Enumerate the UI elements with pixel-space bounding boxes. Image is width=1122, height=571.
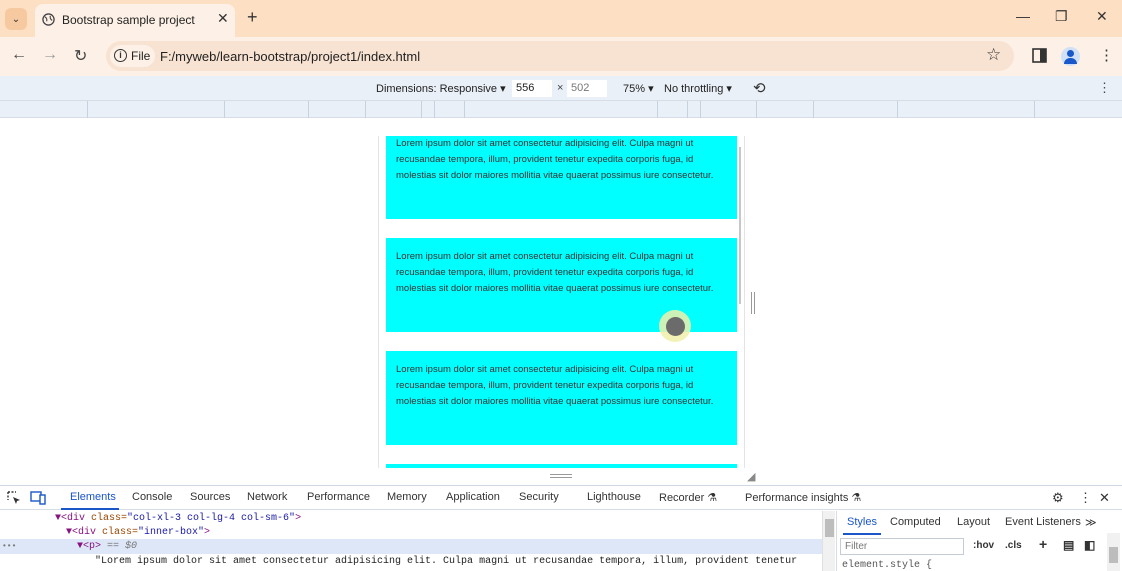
dom-tag: ▼<div (66, 527, 97, 538)
dom-attr-value: "inner-box" (138, 527, 205, 538)
dom-node-row[interactable]: ▼<div class="inner-box"> (0, 525, 822, 540)
devtools-tab-bar: Elements Console Sources Network Perform… (0, 486, 1122, 510)
devtools-tab-performance-insights[interactable]: Performance insights ⚗ (745, 491, 861, 504)
viewport-resize-corner-icon[interactable]: ◢ (747, 470, 755, 483)
dimensions-dropdown[interactable]: Dimensions: Responsive ▾ (376, 82, 506, 95)
hover-state-toggle[interactable]: :hov (973, 540, 994, 551)
viewport-width-input[interactable]: 556 (512, 80, 552, 97)
viewport-height-input[interactable]: 502 (567, 80, 607, 97)
tab-title: Bootstrap sample project (62, 13, 195, 27)
devtools-tab-elements[interactable]: Elements (70, 491, 116, 503)
dimension-times-symbol: × (557, 82, 564, 94)
box-paragraph: Lorem ipsum dolor sit amet consectetur a… (396, 251, 714, 294)
devtools-tab-console[interactable]: Console (132, 491, 172, 503)
styles-tab-event-listeners[interactable]: Event Listeners (1005, 516, 1081, 528)
devtools-tab-network[interactable]: Network (247, 491, 287, 503)
elements-dom-tree[interactable]: ▼<div class="col-xl-3 col-lg-4 col-sm-6"… (0, 511, 822, 571)
tab-search-chevron-icon[interactable]: ⌄ (5, 8, 27, 30)
emulated-viewport[interactable]: Lorem ipsum dolor sit amet consectetur a… (378, 136, 745, 468)
dom-node-row[interactable]: ▼<div class="col-xl-3 col-lg-4 col-sm-6"… (0, 511, 822, 526)
add-style-rule-icon[interactable]: + (1039, 536, 1047, 552)
dom-selected-marker: == $0 (101, 541, 138, 552)
site-info-chip[interactable]: i File (110, 45, 155, 67)
element-style-rule[interactable]: element.style { (842, 560, 932, 571)
viewport-resize-handle-right[interactable] (751, 292, 755, 314)
browser-tab[interactable]: Bootstrap sample project ✕ (35, 4, 235, 37)
styles-filter-input[interactable]: Filter (840, 538, 964, 555)
devtools-tab-application[interactable]: Application (446, 491, 500, 503)
bookmark-star-icon[interactable]: ☆ (986, 45, 1001, 65)
dom-tag: > (295, 513, 302, 524)
tab-close-icon[interactable]: ✕ (217, 10, 229, 27)
toggle-sidebar-icon[interactable]: ◧ (1084, 538, 1095, 552)
browser-menu-kebab-icon[interactable]: ⋮ (1099, 46, 1114, 64)
zoom-dropdown[interactable]: 75% ▾ (623, 82, 654, 95)
dom-attr-name: class= (96, 527, 139, 538)
styles-tab-styles[interactable]: Styles (847, 516, 877, 528)
device-toolbar-menu-icon[interactable]: ⋮ (1098, 80, 1111, 96)
profile-avatar[interactable] (1061, 47, 1080, 66)
dom-node-row[interactable]: "Lorem ipsum dolor sit amet consectetur … (0, 554, 822, 569)
box-paragraph: Lorem ipsum dolor sit amet consectetur a… (396, 138, 714, 181)
rotate-icon[interactable]: ⟲ (753, 79, 766, 97)
styles-tab-computed[interactable]: Computed (890, 516, 941, 528)
inner-box (386, 464, 737, 468)
device-toolbar: Dimensions: Responsive ▾ 556 × 502 75% ▾… (0, 76, 1122, 101)
styles-sidebar: Styles Computed Layout Event Listeners ≫… (836, 511, 1122, 571)
touch-cursor (666, 317, 685, 336)
dom-text-node: "Lorem ipsum dolor sit amet consectetur … (95, 556, 798, 567)
devtools-panel: Elements Console Sources Network Perform… (0, 485, 1122, 571)
paint-brush-icon[interactable]: ▤ (1063, 538, 1074, 552)
restore-button[interactable]: ❐ (1055, 8, 1068, 25)
back-arrow-icon[interactable]: ← (11, 46, 27, 64)
box-paragraph: Lorem ipsum dolor sit amet consectetur a… (396, 364, 714, 407)
dom-attr-value: "col-xl-3 col-lg-4 col-sm-6" (127, 513, 296, 524)
browser-toolbar: ← → ↻ i File F:/myweb/learn-bootstrap/pr… (0, 37, 1122, 76)
dom-tag: ▼<p> (77, 541, 102, 552)
browser-titlebar: ⌄ Bootstrap sample project ✕ + — ❐ ✕ (0, 0, 1122, 37)
active-tab-underline (61, 508, 119, 510)
dom-row-menu-dots[interactable]: ••• (0, 539, 77, 554)
forward-arrow-icon[interactable]: → (42, 46, 58, 64)
address-bar[interactable]: i File F:/myweb/learn-bootstrap/project1… (106, 41, 1014, 71)
new-tab-button[interactable]: + (247, 7, 258, 28)
reload-icon[interactable]: ↻ (74, 46, 87, 66)
info-icon: i (114, 49, 127, 62)
window-close-button[interactable]: ✕ (1096, 8, 1108, 25)
styles-tabs-overflow-icon[interactable]: ≫ (1085, 516, 1097, 529)
inner-box: Lorem ipsum dolor sit amet consectetur a… (386, 136, 737, 219)
globe-icon (42, 13, 55, 26)
styles-tab-layout[interactable]: Layout (957, 516, 990, 528)
site-chip-label: File (131, 49, 151, 63)
devtools-menu-kebab-icon[interactable]: ⋮ (1079, 490, 1092, 506)
throttling-dropdown[interactable]: No throttling ▾ (664, 82, 732, 95)
inner-box: Lorem ipsum dolor sit amet consectetur a… (386, 351, 737, 445)
devtools-tab-sources[interactable]: Sources (190, 491, 230, 503)
dom-tag: > (204, 527, 211, 538)
styles-active-underline (843, 533, 881, 535)
dom-attr-name: class= (85, 513, 128, 524)
devtools-close-icon[interactable]: ✕ (1099, 490, 1110, 506)
devtools-tab-security[interactable]: Security (519, 491, 559, 503)
elements-scrollbar-thumb[interactable] (825, 519, 834, 537)
side-panel-icon[interactable] (1032, 48, 1047, 63)
devtools-tab-recorder[interactable]: Recorder ⚗ (659, 491, 717, 504)
viewport-scrollbar[interactable] (739, 147, 741, 304)
styles-scrollbar[interactable] (1107, 533, 1120, 571)
devtools-tab-lighthouse[interactable]: Lighthouse (587, 491, 641, 503)
device-toggle-icon[interactable] (30, 491, 46, 505)
devtools-tab-memory[interactable]: Memory (387, 491, 427, 503)
url-text[interactable]: F:/myweb/learn-bootstrap/project1/index.… (160, 49, 420, 64)
minimize-button[interactable]: — (1016, 8, 1030, 24)
viewport-resize-handle-bottom[interactable] (550, 474, 572, 478)
elements-scrollbar[interactable] (822, 511, 835, 571)
media-query-ruler[interactable] (0, 101, 1122, 118)
styles-scrollbar-thumb[interactable] (1109, 547, 1118, 563)
class-toggle[interactable]: .cls (1005, 540, 1022, 551)
dom-node-row-selected[interactable]: ••• ▼<p> == $0 (0, 539, 822, 554)
devtools-tab-performance[interactable]: Performance (307, 491, 370, 503)
dom-tag: ▼<div (55, 513, 86, 524)
inspect-element-icon[interactable] (7, 491, 21, 505)
devtools-settings-gear-icon[interactable]: ⚙ (1052, 490, 1064, 506)
